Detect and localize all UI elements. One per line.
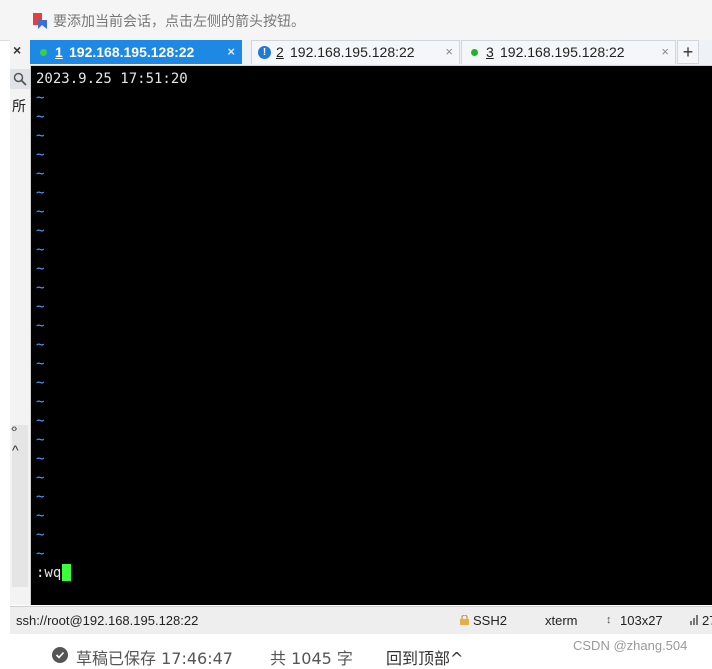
terminal-command-line: :wq	[36, 564, 72, 583]
vim-tilde-line: ~	[36, 299, 45, 315]
terminal-cursor	[62, 564, 72, 581]
terminal-size-label: 103x27	[620, 613, 663, 628]
vim-tilde-line: ~	[36, 261, 45, 277]
vim-tilde-line: ~	[36, 356, 45, 372]
csdn-watermark: CSDN @zhang.504	[573, 638, 688, 653]
tab-number: 2	[276, 44, 284, 60]
add-session-arrow-icon[interactable]	[31, 12, 49, 30]
vim-tilde-line: ~	[36, 546, 45, 562]
vim-tilde-line: ~	[36, 489, 45, 505]
lock-icon	[460, 615, 469, 625]
connected-status-icon	[471, 49, 478, 56]
vim-tilde-line: ~	[36, 185, 45, 201]
vim-tilde-line: ~	[36, 451, 45, 467]
vim-tilde-line: ~	[36, 413, 45, 429]
close-tab-icon[interactable]: ×	[445, 44, 453, 59]
side-panel-label: 所	[12, 99, 26, 115]
terminal-type-label: xterm	[545, 613, 578, 628]
vim-tilde-line: ~	[36, 432, 45, 448]
resize-icon: ↕	[606, 614, 612, 626]
vim-tilde-line: ~	[36, 147, 45, 163]
vim-tilde-line: ~	[36, 204, 45, 220]
vim-tilde-line: ~	[36, 223, 45, 239]
vim-tilde-line: ~	[36, 166, 45, 182]
vim-tilde-line: ~	[36, 109, 45, 125]
vim-tilde-line: ~	[36, 280, 45, 296]
terminal-screen[interactable]: 2023.9.25 17:51:20 ~ ~ ~ ~ ~ ~ ~ ~ ~ ~ ~ ~ ~ ~ ~ ~ ~ ~ ~ ~ ~…	[31, 66, 712, 605]
close-tab-icon[interactable]: ×	[661, 44, 669, 59]
vim-tilde-line: ~	[36, 90, 45, 106]
saved-check-icon	[52, 647, 68, 663]
vim-tilde-line: ~	[36, 318, 45, 334]
cursor-position-label: 27	[702, 613, 712, 628]
session-side-panel: × 所 ‹› ^ ˅	[10, 40, 31, 639]
session-tab-2[interactable]: ! 2 192.168.195.128:22 ×	[251, 40, 460, 64]
session-hint-bar: 要添加当前会话，点击左侧的箭头按钮。	[0, 0, 712, 41]
search-icon[interactable]	[10, 69, 30, 89]
tab-title: 192.168.195.128:22	[290, 44, 415, 60]
close-tab-icon[interactable]: ×	[227, 44, 235, 59]
tab-number: 3	[486, 44, 494, 60]
close-panel-icon[interactable]: ×	[13, 42, 21, 58]
vim-tilde-line: ~	[36, 375, 45, 391]
word-count: 共 1045 字	[270, 649, 353, 668]
vim-tilde-line: ~	[36, 394, 45, 410]
vim-tilde-line: ~	[36, 470, 45, 486]
session-tab-3[interactable]: 3 192.168.195.128:22 ×	[461, 40, 676, 64]
connected-status-icon	[40, 49, 47, 56]
connection-address: ssh://root@192.168.195.128:22	[16, 613, 199, 628]
draft-saved-status: 草稿已保存 17:46:47	[76, 649, 233, 668]
terminal-line-datetime: 2023.9.25 17:51:20	[36, 71, 188, 87]
tab-title: 192.168.195.128:22	[69, 44, 195, 60]
tab-number: 1	[55, 44, 63, 60]
vim-tilde-line: ~	[36, 337, 45, 353]
protocol-label: SSH2	[473, 613, 507, 628]
tab-title: 192.168.195.128:22	[500, 44, 625, 60]
scroll-up-icon[interactable]: ^	[12, 442, 19, 458]
session-tab-1[interactable]: 1 192.168.195.128:22 ×	[30, 40, 242, 64]
vim-tilde-line: ~	[36, 242, 45, 258]
hint-text: 要添加当前会话，点击左侧的箭头按钮。	[53, 14, 305, 30]
status-bar: ssh://root@192.168.195.128:22 SSH2 xterm…	[10, 606, 712, 634]
warning-status-icon: !	[258, 46, 271, 59]
vim-tilde-line: ~	[36, 508, 45, 524]
back-to-top-link[interactable]: 回到顶部^	[386, 645, 463, 669]
vim-command: :wq	[36, 565, 62, 581]
vim-tilde-line: ~	[36, 527, 45, 543]
scroll-left-right-icon[interactable]: ‹›	[11, 423, 17, 435]
position-icon	[690, 615, 698, 625]
add-tab-button[interactable]: +	[677, 40, 699, 64]
xshell-window: 要添加当前会话，点击左侧的箭头按钮。 × 所 ‹› ^ ˅ 1 192.168.…	[0, 0, 712, 668]
vim-tilde-line: ~	[36, 128, 45, 144]
session-tab-bar: 1 192.168.195.128:22 × ! 2 192.168.195.1…	[30, 40, 712, 66]
